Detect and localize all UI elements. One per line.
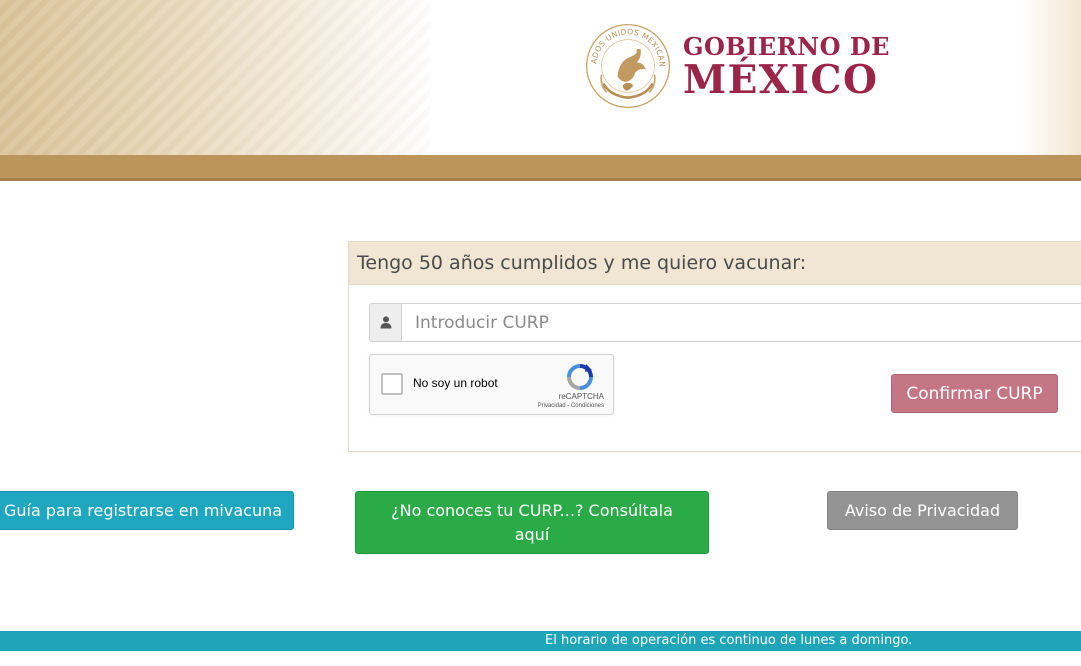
registration-guide-button[interactable]: Guía para registrarse en mivacuna (0, 491, 294, 530)
panel-heading: Tengo 50 años cumplidos y me quiero vacu… (349, 242, 1081, 285)
header-texture (0, 0, 430, 155)
curp-input-group (369, 303, 1081, 342)
national-seal-icon: ESTADOS UNIDOS MEXICANOS (584, 22, 671, 109)
recaptcha-checkbox[interactable] (381, 373, 403, 395)
gobierno-de-mexico-logo[interactable]: ESTADOS UNIDOS MEXICANOS GOBIERNO DE MÉX… (584, 22, 890, 110)
privacy-notice-button[interactable]: Aviso de Privacidad (827, 491, 1018, 530)
lookup-curp-button[interactable]: ¿No conoces tu CURP...? Consúltala aquí (355, 491, 709, 554)
user-icon (369, 303, 401, 342)
footer-bar: El horario de operación es continuo de l… (0, 631, 1081, 651)
confirm-curp-button[interactable]: Confirmar CURP (891, 374, 1058, 413)
header-gold-band (0, 155, 1081, 181)
operating-hours-text: El horario de operación es continuo de l… (545, 633, 913, 648)
recaptcha-logo-icon (567, 364, 593, 390)
gobierno-wordmark: GOBIERNO DE MÉXICO (683, 33, 890, 100)
recaptcha-widget: No soy un robot reCAPTCHA Privacidad - C… (369, 354, 614, 415)
curp-form-panel: Tengo 50 años cumplidos y me quiero vacu… (348, 241, 1081, 452)
header: ESTADOS UNIDOS MEXICANOS GOBIERNO DE MÉX… (0, 0, 1081, 155)
gov-line1: GOBIERNO DE (683, 31, 890, 61)
recaptcha-brand: reCAPTCHA (558, 392, 604, 401)
recaptcha-label: No soy un robot (413, 376, 498, 390)
header-decoration (1021, 0, 1081, 155)
curp-input[interactable] (401, 303, 1081, 342)
gov-line2: MÉXICO (683, 56, 879, 103)
recaptcha-links[interactable]: Privacidad - Condiciones (538, 403, 604, 409)
